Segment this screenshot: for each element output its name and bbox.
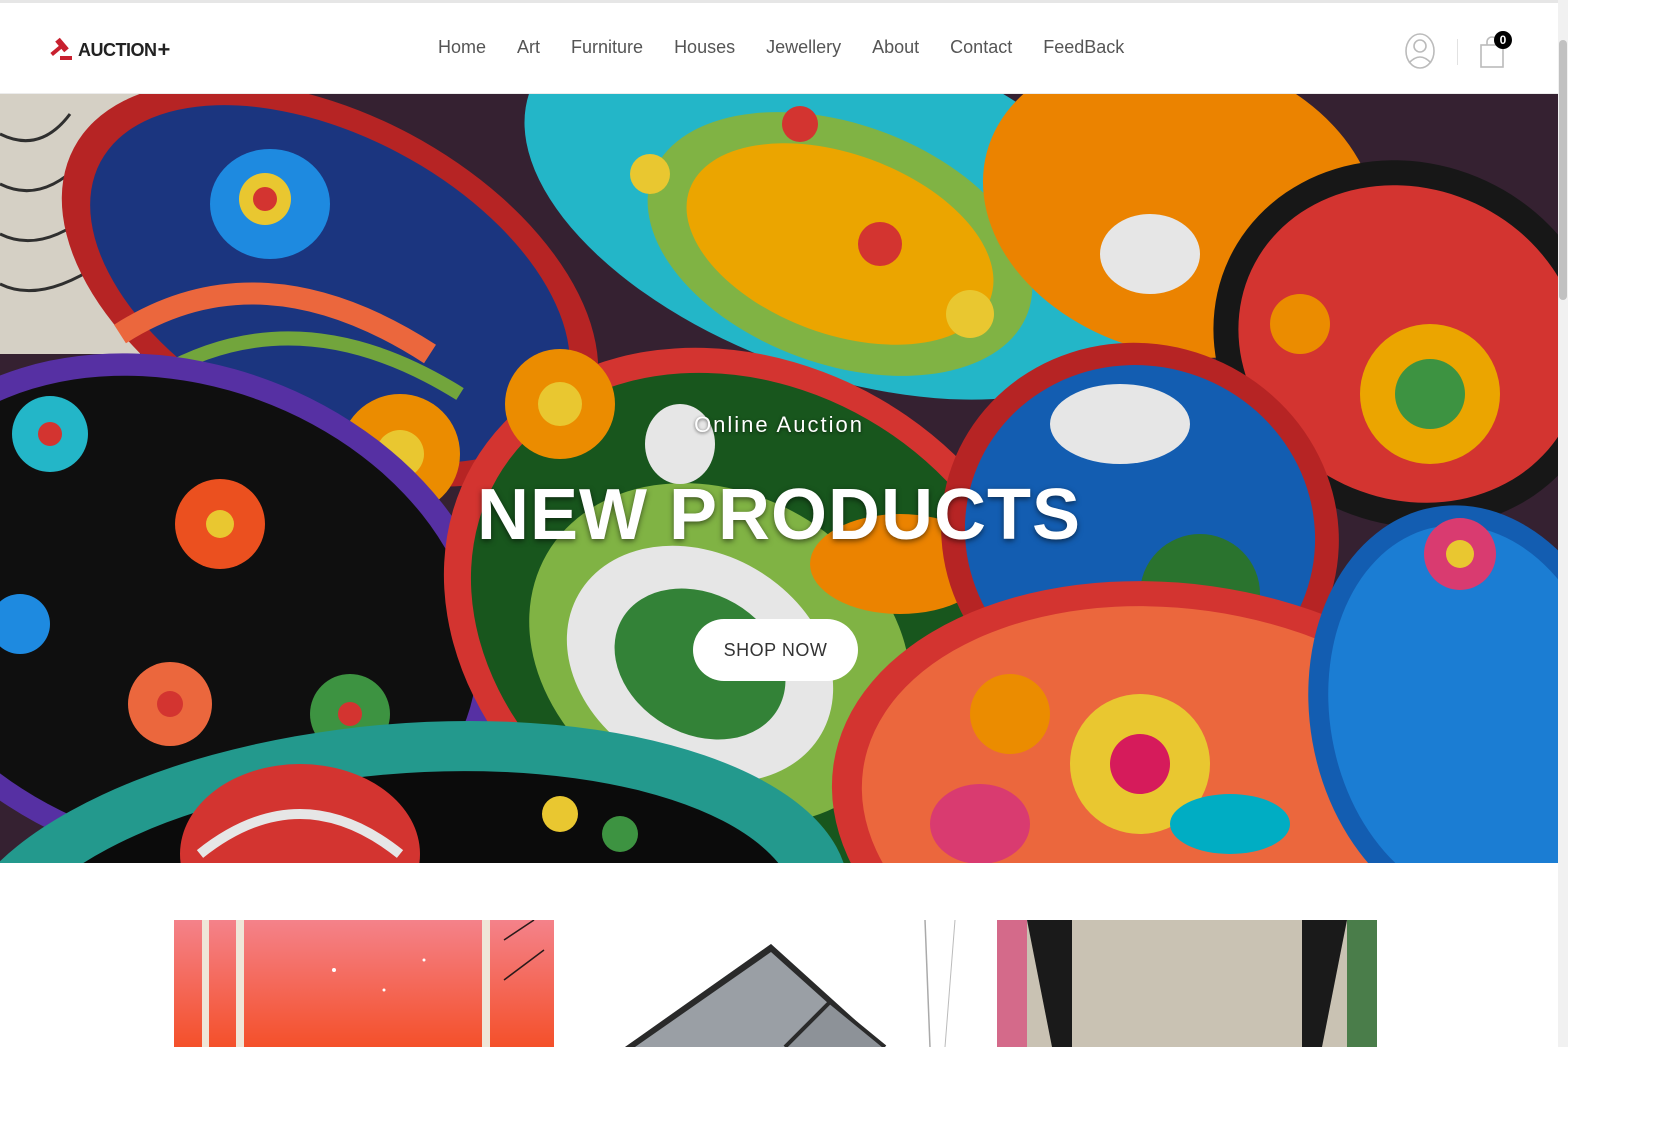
logo[interactable]: AUCTION +	[48, 35, 170, 65]
house-image	[585, 920, 965, 1047]
art-painting-card[interactable]	[174, 920, 554, 1047]
house-card[interactable]	[585, 920, 965, 1047]
shop-now-button[interactable]: SHOP NOW	[693, 619, 858, 681]
nav-houses[interactable]: Houses	[674, 37, 735, 58]
logo-plus: +	[157, 37, 171, 62]
logo-text: AUCTION	[78, 39, 157, 60]
furniture-card[interactable]	[997, 920, 1377, 1047]
nav-about[interactable]: About	[872, 37, 919, 58]
site-header: AUCTION + Home Art Furniture Houses Jewe…	[0, 3, 1558, 94]
nav-jewellery[interactable]: Jewellery	[766, 37, 841, 58]
header-divider	[1457, 39, 1458, 65]
hero-subtitle: Online Auction	[694, 412, 864, 437]
nav-furniture[interactable]: Furniture	[571, 37, 643, 58]
nav-art[interactable]: Art	[517, 37, 540, 58]
gavel-logo-icon	[50, 37, 72, 60]
chair-interior-image	[997, 920, 1377, 1047]
nav-feedback[interactable]: FeedBack	[1043, 37, 1124, 58]
main-nav: Home Art Furniture Houses Jewellery Abou…	[438, 37, 1155, 58]
nav-contact[interactable]: Contact	[950, 37, 1012, 58]
nav-home[interactable]: Home	[438, 37, 486, 58]
cart-count-badge: 0	[1494, 31, 1512, 49]
hero-title: NEW PRODUCTS	[477, 475, 1081, 555]
sunset-painting-image	[174, 920, 554, 1047]
hero-banner: Online Auction NEW PRODUCTS SHOP NOW	[0, 94, 1558, 863]
scrollbar-thumb[interactable]	[1559, 40, 1567, 300]
user-icon[interactable]	[1403, 31, 1437, 71]
cart-button[interactable]: 0	[1478, 31, 1518, 71]
